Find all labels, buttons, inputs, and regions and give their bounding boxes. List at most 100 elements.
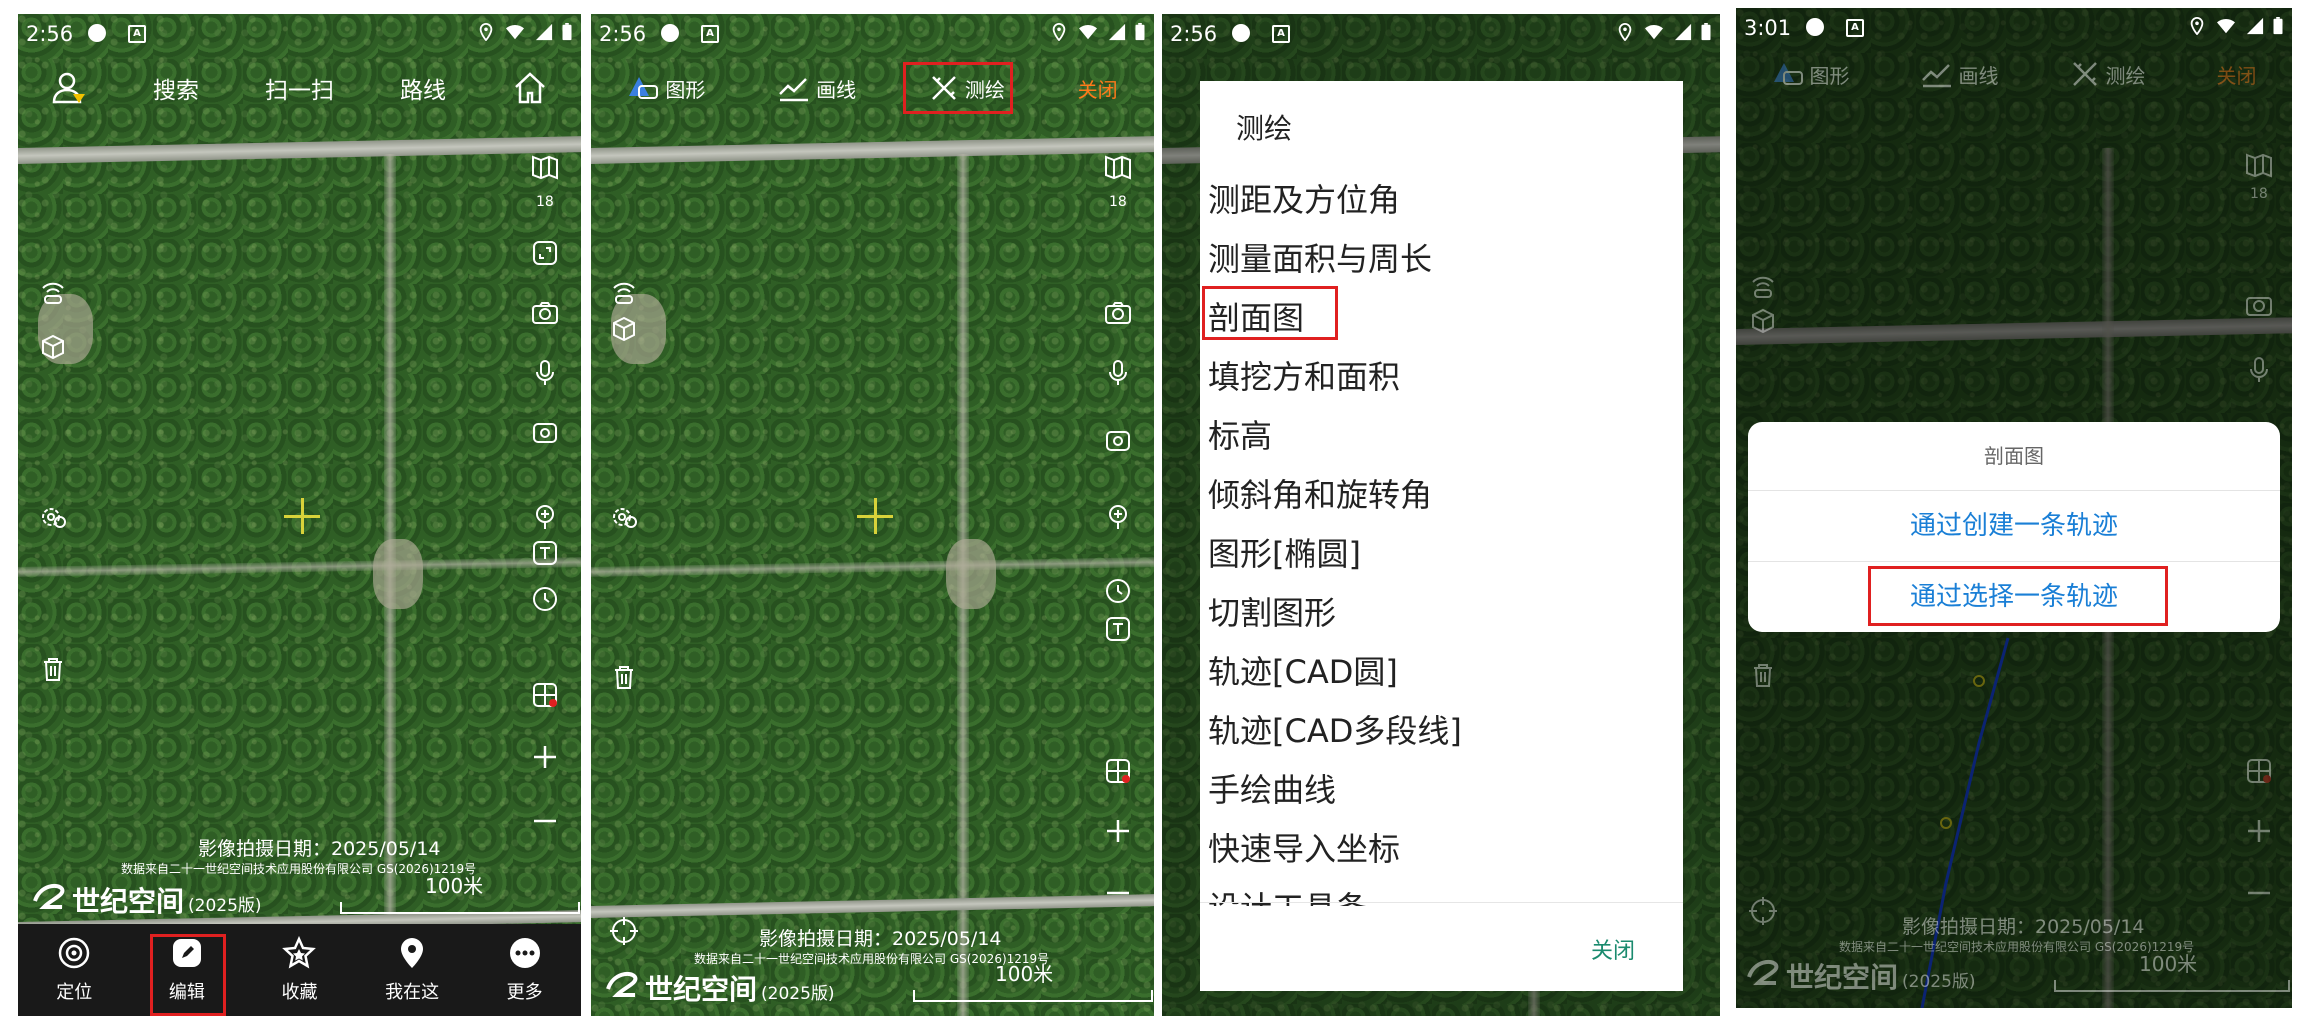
3d-button[interactable] xyxy=(607,312,641,346)
tab-label: 测绘 xyxy=(2105,63,2146,88)
microphone-icon xyxy=(536,360,554,385)
camera-button[interactable] xyxy=(2242,288,2276,322)
menu-item-area-perimeter[interactable]: 测量面积与周长 xyxy=(1200,230,1683,289)
status-circle-icon xyxy=(661,24,679,42)
option-create-track[interactable]: 通过创建一条轨迹 xyxy=(1748,491,2280,562)
close-button[interactable]: 关闭 xyxy=(1078,74,1118,103)
home-button[interactable] xyxy=(512,70,548,106)
route-button[interactable]: 路线 xyxy=(400,71,446,105)
screen-2-map: 2:56 A 图形 画线 测绘 关闭 18 影像拍摄日期：2025/05/14 … xyxy=(591,14,1154,1016)
location-icon xyxy=(1618,23,1632,41)
locate-button[interactable] xyxy=(1746,894,1780,928)
nav-here[interactable]: 我在这 xyxy=(367,936,457,1004)
settings-button[interactable] xyxy=(36,500,70,534)
tab-draw-line[interactable]: 画线 xyxy=(1921,60,1999,89)
zoom-in-button[interactable] xyxy=(2242,814,2276,848)
menu-item-tilt-rotation[interactable]: 倾斜角和旋转角 xyxy=(1200,466,1683,525)
survey-menu-list[interactable]: 测距及方位角 测量面积与周长 剖面图 填挖方和面积 标高 倾斜角和旋转角 图形[… xyxy=(1200,171,1683,906)
top-toolbar: 搜索 扫一扫 路线 xyxy=(18,58,581,118)
tab-survey[interactable]: 测绘 xyxy=(2070,59,2146,89)
menu-item-elevation[interactable]: 标高 xyxy=(1200,407,1683,466)
status-circle-icon xyxy=(88,24,106,42)
user-button[interactable] xyxy=(51,70,87,106)
menu-item-ellipse[interactable]: 图形[椭圆] xyxy=(1200,525,1683,584)
signal-button[interactable] xyxy=(607,276,641,310)
menu-item-import-coords[interactable]: 快速导入坐标 xyxy=(1200,820,1683,879)
camera-button[interactable] xyxy=(1101,296,1135,330)
history-button[interactable] xyxy=(528,582,562,616)
clearing xyxy=(373,539,423,609)
nav-favorites[interactable]: 收藏 xyxy=(254,936,344,1004)
camera-button[interactable] xyxy=(528,296,562,330)
zoom-out-button[interactable] xyxy=(528,804,562,838)
status-bar: 2:56 A xyxy=(591,14,1154,54)
tab-shape[interactable]: 图形 xyxy=(1772,60,1850,89)
scale-label: 100米 xyxy=(425,874,484,898)
dialog-close-button[interactable]: 关闭 xyxy=(1591,933,1635,965)
close-button[interactable]: 关闭 xyxy=(2217,60,2257,89)
settings-button[interactable] xyxy=(607,500,641,534)
delete-button[interactable] xyxy=(36,652,70,686)
battery-icon xyxy=(562,23,572,41)
satellite-logo: 世纪空间 (2025版) xyxy=(32,880,262,920)
voice-button[interactable] xyxy=(1101,356,1135,390)
logo-version: (2025版) xyxy=(1902,972,1976,992)
highlight-select-track xyxy=(1868,566,2168,626)
nav-more[interactable]: 更多 xyxy=(480,936,570,1004)
zoom-in-button[interactable] xyxy=(528,740,562,774)
nav-locate[interactable]: 定位 xyxy=(29,936,119,1004)
signal-button[interactable] xyxy=(1746,270,1780,304)
tile-button[interactable] xyxy=(528,678,562,712)
delete-button[interactable] xyxy=(1746,658,1780,692)
tab-shape[interactable]: 图形 xyxy=(627,74,705,103)
tab-draw-line[interactable]: 画线 xyxy=(778,74,856,103)
menu-item-cad-circle[interactable]: 轨迹[CAD圆] xyxy=(1200,643,1683,702)
logo-mark-icon xyxy=(33,883,65,909)
menu-item-distance-bearing[interactable]: 测距及方位角 xyxy=(1200,171,1683,230)
locate-button[interactable] xyxy=(607,914,641,948)
screenshot-button[interactable] xyxy=(1101,424,1135,458)
user-icon xyxy=(52,72,85,104)
scan-button[interactable]: 扫一扫 xyxy=(265,71,334,105)
search-button[interactable]: 搜索 xyxy=(153,71,199,105)
text-button[interactable] xyxy=(528,536,562,570)
screenshot-button[interactable] xyxy=(528,416,562,450)
voice-button[interactable] xyxy=(528,356,562,390)
voice-button[interactable] xyxy=(2242,353,2276,387)
text-button[interactable] xyxy=(1101,612,1135,646)
pin-plus-icon xyxy=(536,505,554,529)
status-time: 2:56 xyxy=(599,22,647,46)
map-layers-button[interactable] xyxy=(528,150,562,184)
menu-item-cut-fill[interactable]: 填挖方和面积 xyxy=(1200,348,1683,407)
menu-item-cad-polyline[interactable]: 轨迹[CAD多段线] xyxy=(1200,702,1683,761)
tile-button[interactable] xyxy=(2242,754,2276,788)
add-pin-button[interactable] xyxy=(1101,500,1135,534)
map-layers-button[interactable] xyxy=(2242,148,2276,182)
wifi-icon xyxy=(1079,24,1097,40)
3d-button[interactable] xyxy=(36,330,70,364)
fullscreen-button[interactable] xyxy=(528,236,562,270)
tile-button[interactable] xyxy=(1101,754,1135,788)
sheet-title: 剖面图 xyxy=(1748,422,2280,491)
camera-icon xyxy=(1105,302,1131,324)
map-layers-button[interactable] xyxy=(1101,150,1135,184)
status-a-icon: A xyxy=(1846,19,1864,37)
add-pin-button[interactable] xyxy=(528,500,562,534)
signal-button[interactable] xyxy=(36,276,70,310)
history-button[interactable] xyxy=(1101,574,1135,608)
cube-icon xyxy=(1752,308,1774,334)
microphone-icon xyxy=(2250,357,2268,382)
menu-item-freehand[interactable]: 手绘曲线 xyxy=(1200,761,1683,820)
3d-button[interactable] xyxy=(1746,304,1780,338)
pin-icon xyxy=(401,938,424,968)
zoom-in-button[interactable] xyxy=(1101,814,1135,848)
ruler-pencil-icon xyxy=(2072,62,2097,86)
zoom-out-button[interactable] xyxy=(1101,876,1135,910)
capture-date: 影像拍摄日期：2025/05/14 xyxy=(759,928,1002,950)
delete-button[interactable] xyxy=(607,660,641,694)
scale-label: 100米 xyxy=(2139,952,2198,976)
scale-bar xyxy=(2054,980,2290,992)
zoom-out-button[interactable] xyxy=(2242,876,2276,910)
menu-item-cut-shape[interactable]: 切割图形 xyxy=(1200,584,1683,643)
map-center-crosshair xyxy=(857,498,893,534)
